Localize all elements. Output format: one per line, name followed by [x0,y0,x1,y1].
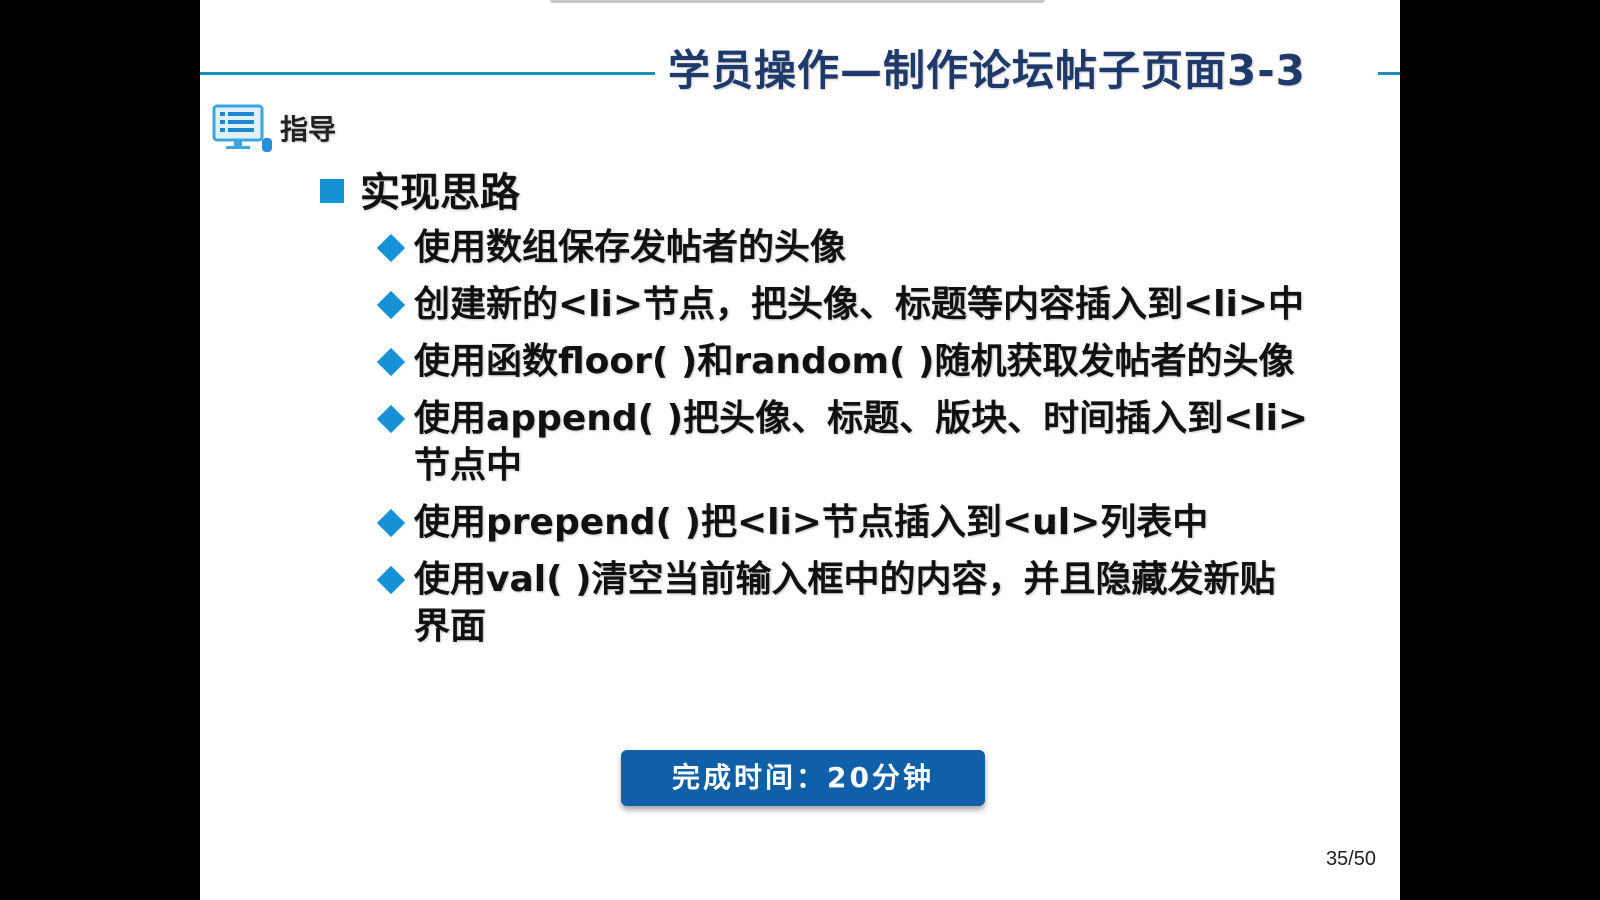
bullet-text: 使用append( )把头像、标题、版块、时间插入到<li> [414,398,1309,439]
title-rule-right [1378,72,1400,75]
bullet-item: 使用prepend( )把<li>节点插入到<ul>列表中 [376,499,1376,546]
title-rule-left [200,72,655,75]
bullet-text: 使用prepend( )把<li>节点插入到<ul>列表中 [414,502,1209,543]
bullet-text-continued: 节点中 [414,445,523,486]
slide-title: 学员操作—制作论坛帖子页面3-3 [668,46,1306,95]
diamond-bullet-icon [376,347,406,377]
bullet-item: 使用val( )清空当前输入框中的内容，并且隐藏发新贴 界面 [376,556,1376,650]
bullet-item: 使用append( )把头像、标题、版块、时间插入到<li> 节点中 [376,395,1376,489]
list-monitor-icon [212,104,272,152]
section-heading: 实现思路 [360,170,520,216]
diamond-bullet-icon [376,233,406,263]
square-bullet-icon [320,179,344,203]
bullet-text: 使用数组保存发帖者的头像 [414,227,847,268]
bullet-item: 使用数组保存发帖者的头像 [376,224,1376,271]
bullet-item: 创建新的<li>节点，把头像、标题等内容插入到<li>中 [376,281,1376,328]
completion-time-badge: 完成时间：20分钟 [621,750,985,806]
diamond-bullet-icon [376,508,406,538]
page-number: 35/50 [1325,848,1376,870]
bullet-text: 创建新的<li>节点，把头像、标题等内容插入到<li>中 [414,284,1305,325]
top-bar [550,0,1045,3]
diamond-bullet-icon [376,565,406,595]
diamond-bullet-icon [376,290,406,320]
slide: 学员操作—制作论坛帖子页面3-3 指导 实现思路 使用数组保存发帖者的头像 创建… [200,0,1400,900]
bullet-list: 使用数组保存发帖者的头像 创建新的<li>节点，把头像、标题等内容插入到<li>… [376,224,1376,660]
bullet-text-continued: 界面 [414,606,487,647]
guide-label: 指导 [280,113,337,146]
diamond-bullet-icon [376,404,406,434]
bullet-text: 使用val( )清空当前输入框中的内容，并且隐藏发新贴 [414,559,1276,600]
bullet-text: 使用函数floor( )和random( )随机获取发帖者的头像 [414,341,1295,382]
bullet-item: 使用函数floor( )和random( )随机获取发帖者的头像 [376,338,1376,385]
